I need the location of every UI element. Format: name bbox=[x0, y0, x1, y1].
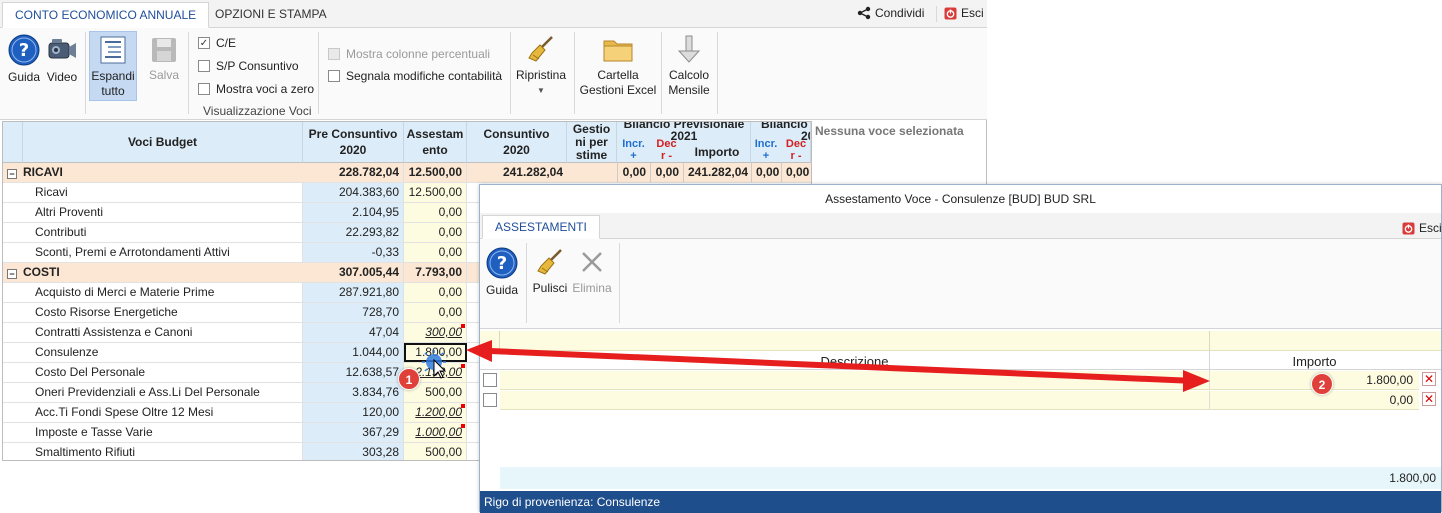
step-badge-1: 1 bbox=[398, 368, 420, 390]
annotation-arrow bbox=[466, 340, 1210, 392]
click-indicator-icon bbox=[422, 350, 447, 379]
step-badge-2: 2 bbox=[1311, 373, 1333, 395]
